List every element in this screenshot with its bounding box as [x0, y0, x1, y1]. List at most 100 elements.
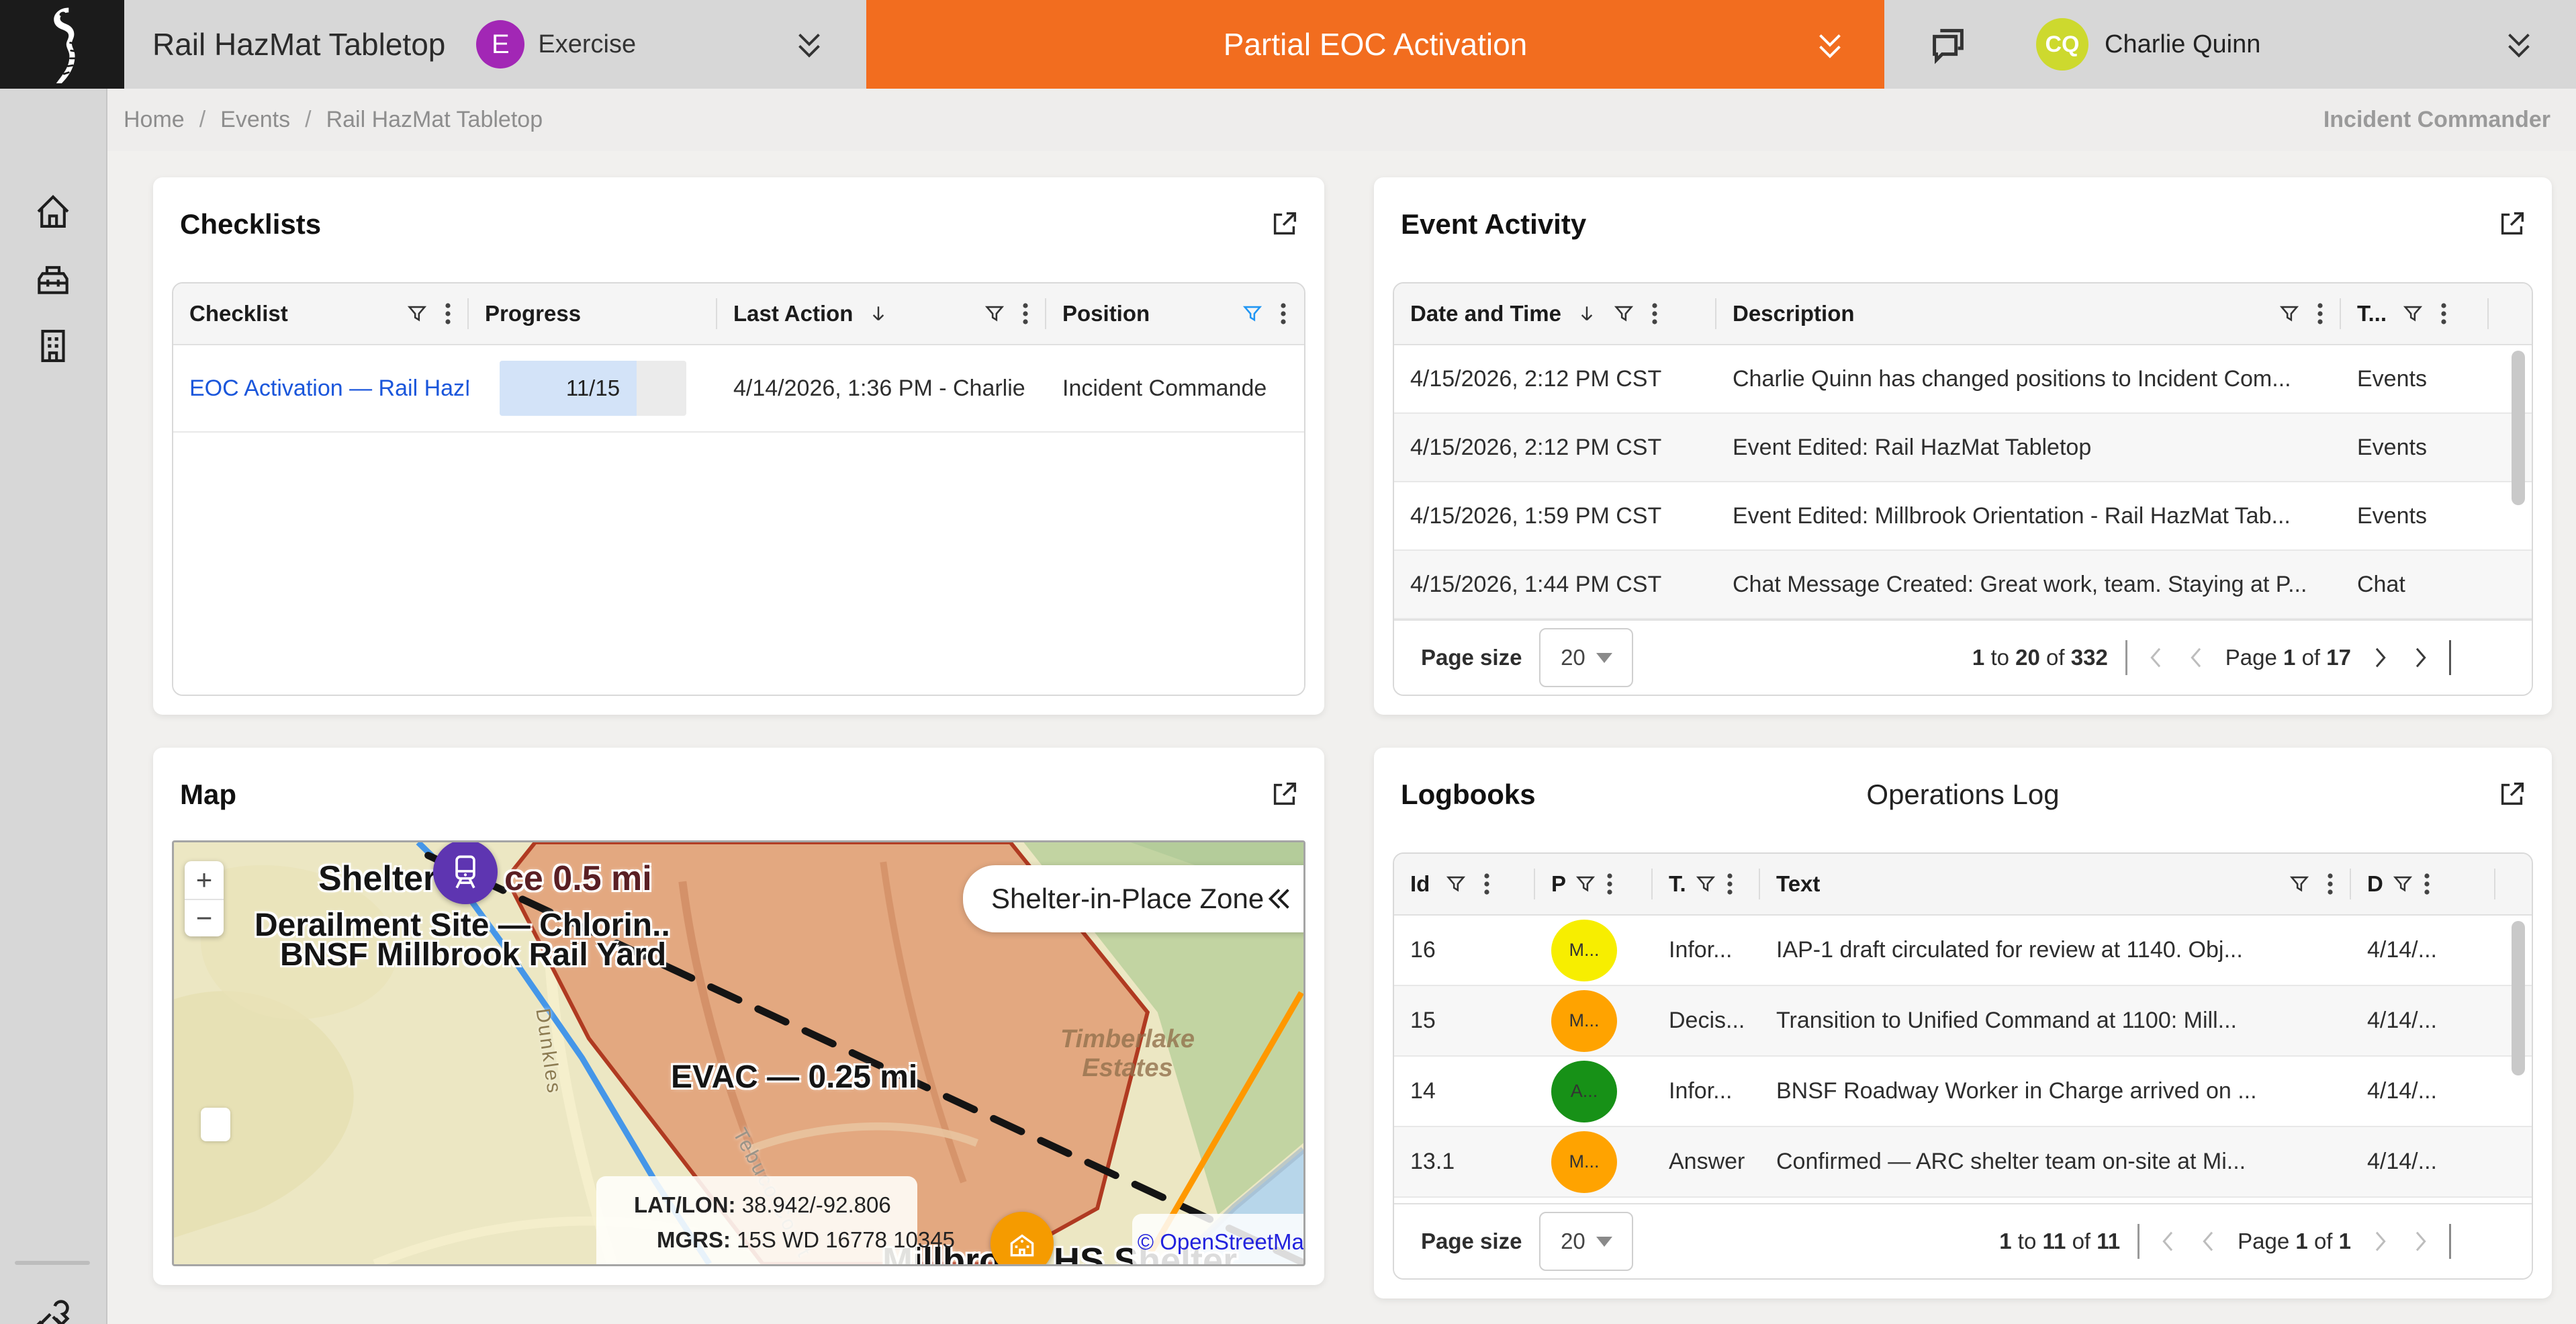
filter-icon[interactable]: [1574, 873, 1597, 895]
activity-row[interactable]: 4/15/2026, 2:12 PM CST Charlie Quinn has…: [1394, 345, 2532, 414]
column-header-description[interactable]: Description: [1716, 283, 2341, 344]
kebab-menu-icon[interactable]: [2315, 302, 2325, 326]
sort-desc-icon[interactable]: [868, 303, 889, 324]
scrollbar-thumb[interactable]: [2512, 921, 2525, 1075]
position-role-label: Incident Commander: [2324, 107, 2550, 133]
last-page-button[interactable]: [2409, 1228, 2432, 1255]
open-event-activity-icon[interactable]: [2497, 208, 2528, 239]
filter-icon[interactable]: [983, 302, 1006, 325]
filter-icon[interactable]: [2391, 873, 2414, 895]
column-header-text[interactable]: Text: [1760, 854, 2351, 914]
openstreetmap-link[interactable]: © OpenStreetMap: [1138, 1229, 1305, 1255]
priority-badge: M...: [1551, 1131, 1617, 1193]
kebab-menu-icon[interactable]: [1021, 302, 1030, 326]
evac-zone-label: EVAC — 0.25 mi: [671, 1059, 917, 1096]
user-name[interactable]: Charlie Quinn: [2105, 30, 2260, 59]
collapse-panel-icon[interactable]: [1264, 883, 1295, 914]
filter-icon[interactable]: [406, 302, 428, 325]
event-menu-chevron-icon[interactable]: [790, 25, 829, 64]
avatar[interactable]: CQ: [2036, 18, 2088, 71]
app-logo[interactable]: [0, 0, 124, 89]
sort-desc-icon[interactable]: [1576, 303, 1598, 324]
activity-row[interactable]: 4/15/2026, 2:12 PM CST Event Edited: Rai…: [1394, 414, 2532, 482]
activation-chevron-icon[interactable]: [1810, 26, 1849, 64]
filter-icon[interactable]: [1694, 873, 1717, 895]
next-page-button[interactable]: [2368, 644, 2391, 671]
zoom-out-button[interactable]: −: [185, 899, 224, 936]
kebab-menu-icon[interactable]: [1725, 872, 1735, 896]
kebab-menu-icon[interactable]: [1279, 302, 1288, 326]
scrollbar-thumb[interactable]: [2512, 351, 2525, 505]
column-header-checklist[interactable]: Checklist: [173, 283, 469, 344]
logbook-row[interactable]: 16 M... Infor... IAP-1 draft circulated …: [1394, 916, 2532, 986]
pager-end-bar: [2449, 1224, 2451, 1259]
shelter-radius-label-suffix: ce 0.5 mi: [504, 858, 652, 899]
filter-icon[interactable]: [2401, 302, 2424, 325]
column-header-type[interactable]: T.: [1653, 854, 1760, 914]
zoom-in-button[interactable]: +: [185, 861, 224, 899]
column-header-type[interactable]: T...: [2341, 283, 2489, 344]
kebab-menu-icon[interactable]: [2439, 302, 2448, 326]
filter-icon[interactable]: [1612, 302, 1635, 325]
open-map-icon[interactable]: [1269, 779, 1300, 809]
map-mini-control[interactable]: [201, 1108, 230, 1141]
page-size-select[interactable]: 20: [1539, 628, 1633, 687]
first-page-button[interactable]: [2145, 644, 2168, 671]
open-logbooks-icon[interactable]: [2497, 779, 2528, 809]
admin-tools-icon[interactable]: [32, 1294, 75, 1324]
last-page-button[interactable]: [2409, 644, 2432, 671]
building-icon[interactable]: [32, 325, 74, 367]
breadcrumb-events[interactable]: Events: [220, 107, 290, 133]
column-header-priority[interactable]: P: [1535, 854, 1653, 914]
previous-page-button[interactable]: [2185, 644, 2208, 671]
logbook-row[interactable]: 13.1 M... Answer Confirmed — ARC shelter…: [1394, 1127, 2532, 1198]
checklist-row[interactable]: EOC Activation — Rail HazM 11/15 4/14/20…: [173, 345, 1304, 433]
page-size-label: Page size: [1421, 645, 1522, 670]
column-header-progress[interactable]: Progress: [469, 283, 717, 344]
toolbox-icon[interactable]: [32, 258, 74, 300]
rail-yard-label: BNSF Millbrook Rail Yard: [280, 936, 666, 973]
filter-active-icon[interactable]: [1241, 302, 1264, 325]
column-header-date-time[interactable]: Date and Time: [1394, 283, 1716, 344]
breadcrumb: Home / Events / Rail HazMat Tabletop Inc…: [107, 89, 2576, 151]
previous-page-button[interactable]: [2197, 1228, 2220, 1255]
column-header-position[interactable]: Position: [1046, 283, 1304, 344]
column-header-date[interactable]: D: [2351, 854, 2495, 914]
kebab-menu-icon[interactable]: [1605, 872, 1614, 896]
kebab-menu-icon[interactable]: [2422, 872, 2432, 896]
kebab-menu-icon[interactable]: [2326, 872, 2335, 896]
shelter-marker[interactable]: [991, 1212, 1054, 1266]
filter-icon[interactable]: [2278, 302, 2301, 325]
table-empty-space: [173, 433, 1304, 695]
logbook-name: Operations Log: [1866, 779, 2059, 811]
filter-icon[interactable]: [2288, 873, 2311, 895]
event-header: Rail HazMat Tabletop E Exercise: [124, 0, 866, 89]
first-page-button[interactable]: [2157, 1228, 2180, 1255]
filter-icon[interactable]: [1444, 873, 1467, 895]
logbook-row[interactable]: 14 A... Infor... BNSF Roadway Worker in …: [1394, 1057, 2532, 1127]
column-header-id[interactable]: Id: [1394, 854, 1535, 914]
breadcrumb-home[interactable]: Home: [124, 107, 185, 133]
derailment-marker[interactable]: [433, 840, 498, 904]
activity-row[interactable]: 4/15/2026, 1:59 PM CST Event Edited: Mil…: [1394, 482, 2532, 551]
page-indicator: Page 1 of 17: [2225, 645, 2351, 670]
train-icon: [448, 853, 483, 891]
kebab-menu-icon[interactable]: [443, 302, 453, 326]
map-canvas[interactable]: Dunkles Tebuco Court Shelter-in- ce 0.5 …: [172, 840, 1305, 1266]
kebab-menu-icon[interactable]: [1650, 302, 1659, 326]
checklist-link[interactable]: EOC Activation — Rail HazM: [189, 376, 469, 401]
user-menu-chevron-icon[interactable]: [2499, 25, 2538, 64]
kebab-menu-icon[interactable]: [1482, 872, 1491, 896]
neighborhood-label: TimberlakeEstates: [1027, 1025, 1228, 1083]
home-icon[interactable]: [32, 191, 74, 232]
next-page-button[interactable]: [2368, 1228, 2391, 1255]
open-checklists-icon[interactable]: [1269, 208, 1300, 239]
logbooks-pagination: Page size 20 1 to 11 of 11 Page 1 of 1: [1394, 1203, 2532, 1278]
activity-row[interactable]: 4/15/2026, 1:44 PM CST Chat Message Crea…: [1394, 551, 2532, 619]
activation-banner[interactable]: Partial EOC Activation: [866, 0, 1884, 89]
page-size-select[interactable]: 20: [1539, 1212, 1633, 1271]
event-activity-pagination: Page size 20 1 to 20 of 332 Page 1 of 17: [1394, 619, 2532, 695]
column-header-last-action[interactable]: Last Action: [717, 283, 1046, 344]
logbook-row[interactable]: 15 M... Decis... Transition to Unified C…: [1394, 986, 2532, 1057]
chat-icon[interactable]: [1925, 21, 1972, 68]
